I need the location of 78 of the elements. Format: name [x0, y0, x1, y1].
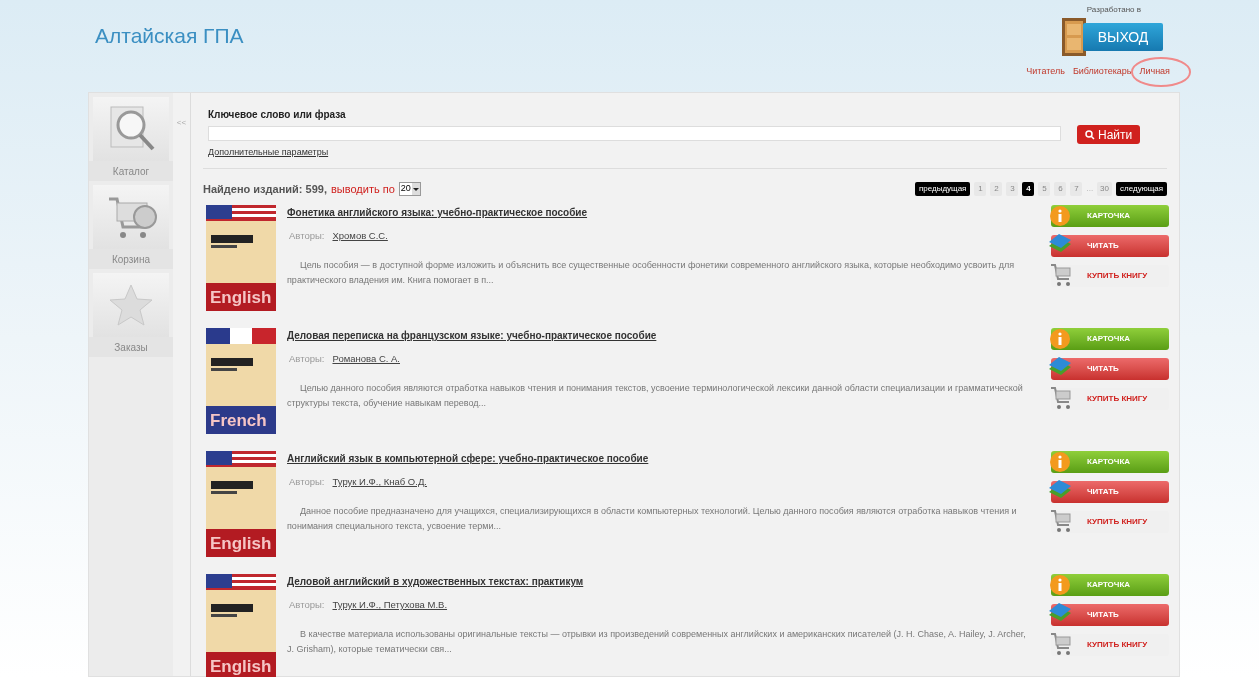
cover-language-label: French	[206, 406, 276, 434]
page-button[interactable]: 6	[1054, 181, 1067, 196]
page-button[interactable]: 1	[974, 181, 987, 196]
author-link[interactable]: Хромов С.С.	[332, 229, 388, 244]
card-button[interactable]: КАРТОЧКА	[1051, 574, 1169, 596]
page-button[interactable]: 5	[1038, 181, 1051, 196]
door-icon	[1061, 17, 1087, 57]
page-button[interactable]: 7	[1070, 181, 1083, 196]
cover-title-drawing	[211, 235, 253, 249]
sidebar-item[interactable]: Заказы	[89, 337, 173, 357]
page-button[interactable]: 2	[990, 181, 1003, 196]
book-description: В качестве материала использованы оригинальные тексты — отрывки из произведений современных английских и американских писателей (J. H. Chase, A. Hailey, J. Archer, J. Grisham), которые тематически свя...	[287, 628, 1027, 657]
flag-drawing	[206, 205, 276, 221]
book-title-link[interactable]: Английский язык в компьютерной сфере: учебно-практическое пособие	[287, 451, 649, 466]
author-link[interactable]: Турук И.Ф., Петухова М.В.	[332, 598, 448, 613]
info-icon	[1049, 451, 1071, 473]
info-icon	[1049, 574, 1071, 596]
per-page-label: выводить по	[331, 181, 395, 197]
page-ellipsis: ...	[1086, 182, 1094, 195]
card-button[interactable]: КАРТОЧКА	[1051, 328, 1169, 350]
card-button[interactable]: КАРТОЧКА	[1051, 451, 1169, 473]
book-description: Целью данного пособия являются отработка навыков чтения и понимания текстов, усвоение терминологической лексики данной области специализации и грамматической структуры текста, обучение навыкам перевод...	[287, 382, 1024, 411]
book-icon	[1047, 478, 1073, 500]
exit-button[interactable]: ВЫХОД	[1083, 23, 1163, 51]
cover-title-drawing	[211, 481, 253, 495]
book-description: Данное пособие предназначено для учащихся, специализирующихся в области компьютерных технологий. Целью данного пособия являются отработка навыков чтения и понимания специального текста, усвоение терми...	[287, 505, 1018, 534]
header-link[interactable]: Личная	[1138, 66, 1171, 76]
search-label: Ключевое слово или фраза	[208, 108, 347, 122]
sidebar-item[interactable]: Каталог	[89, 161, 173, 181]
book-description: Цель пособия — в доступной форме изложить и объяснить все существенные особенности фонетики современного английского языка, которые необходимо усвоить для практического владения им. Книга помогает в п...	[287, 259, 1016, 288]
info-icon	[1049, 328, 1071, 350]
advanced-search-link[interactable]: Дополнительные параметры	[208, 146, 329, 160]
page-button[interactable]: 4	[1022, 181, 1035, 196]
shopping-cart-icon	[1049, 262, 1073, 288]
page-button[interactable]: 3	[1006, 181, 1019, 196]
page-nav-button[interactable]: предыдущая	[914, 181, 971, 196]
cover-title-drawing	[211, 358, 253, 372]
authors-label: Авторы:	[289, 229, 325, 243]
search-button[interactable]: Найти	[1077, 125, 1141, 144]
authors-label: Авторы:	[289, 475, 325, 489]
page-nav-button[interactable]: следующая	[1116, 181, 1167, 196]
site-title: Алтайская ГПА	[95, 23, 244, 49]
flag-drawing	[206, 451, 276, 467]
read-button[interactable]: ЧИТАТЬ	[1051, 235, 1169, 257]
sidebar-item[interactable]: Корзина	[89, 249, 173, 269]
book-title-link[interactable]: Деловой английский в художественных текстах: практикум	[287, 574, 584, 589]
flag-drawing	[206, 328, 276, 344]
read-button[interactable]: ЧИТАТЬ	[1051, 604, 1169, 626]
author-link[interactable]: Турук И.Ф., Кнаб О.Д.	[332, 475, 427, 490]
book-title-link[interactable]: Фонетика английского языка: учебно-практическое пособие	[287, 205, 588, 220]
read-button[interactable]: ЧИТАТЬ	[1051, 481, 1169, 503]
shopping-cart-icon	[1049, 631, 1073, 657]
flag-drawing	[206, 574, 276, 590]
header-link[interactable]: Библиотекарь	[1071, 66, 1133, 76]
authors-label: Авторы:	[289, 352, 325, 366]
per-page-select[interactable]: 20	[398, 181, 421, 196]
book-icon	[1047, 355, 1073, 377]
shopping-cart-icon	[1049, 508, 1073, 534]
shopping-cart-icon	[1049, 385, 1073, 411]
book-icon	[1047, 601, 1073, 623]
header-link[interactable]: Читатель	[1025, 66, 1066, 76]
star-icon	[108, 282, 154, 328]
book-title-link[interactable]: Деловая переписка на французском языке: учебно-практическое пособие	[287, 328, 657, 343]
cover-language-label: English	[206, 652, 276, 677]
developer-credit: Разработано в	[1086, 4, 1141, 16]
cover-title-drawing	[211, 604, 253, 618]
cover-language-label: English	[206, 529, 276, 557]
card-button[interactable]: КАРТОЧКА	[1051, 205, 1169, 227]
author-link[interactable]: Романова С. А.	[332, 352, 400, 367]
keyword-field[interactable]	[208, 126, 1061, 141]
cover-language-label: English	[206, 283, 276, 311]
search-icon	[1085, 129, 1095, 140]
authors-label: Авторы:	[289, 598, 325, 612]
results-count: Найдено изданий: 599,	[203, 181, 327, 197]
read-button[interactable]: ЧИТАТЬ	[1051, 358, 1169, 380]
info-icon	[1049, 205, 1071, 227]
page-button[interactable]: 30	[1097, 181, 1112, 196]
book-icon	[1047, 232, 1073, 254]
